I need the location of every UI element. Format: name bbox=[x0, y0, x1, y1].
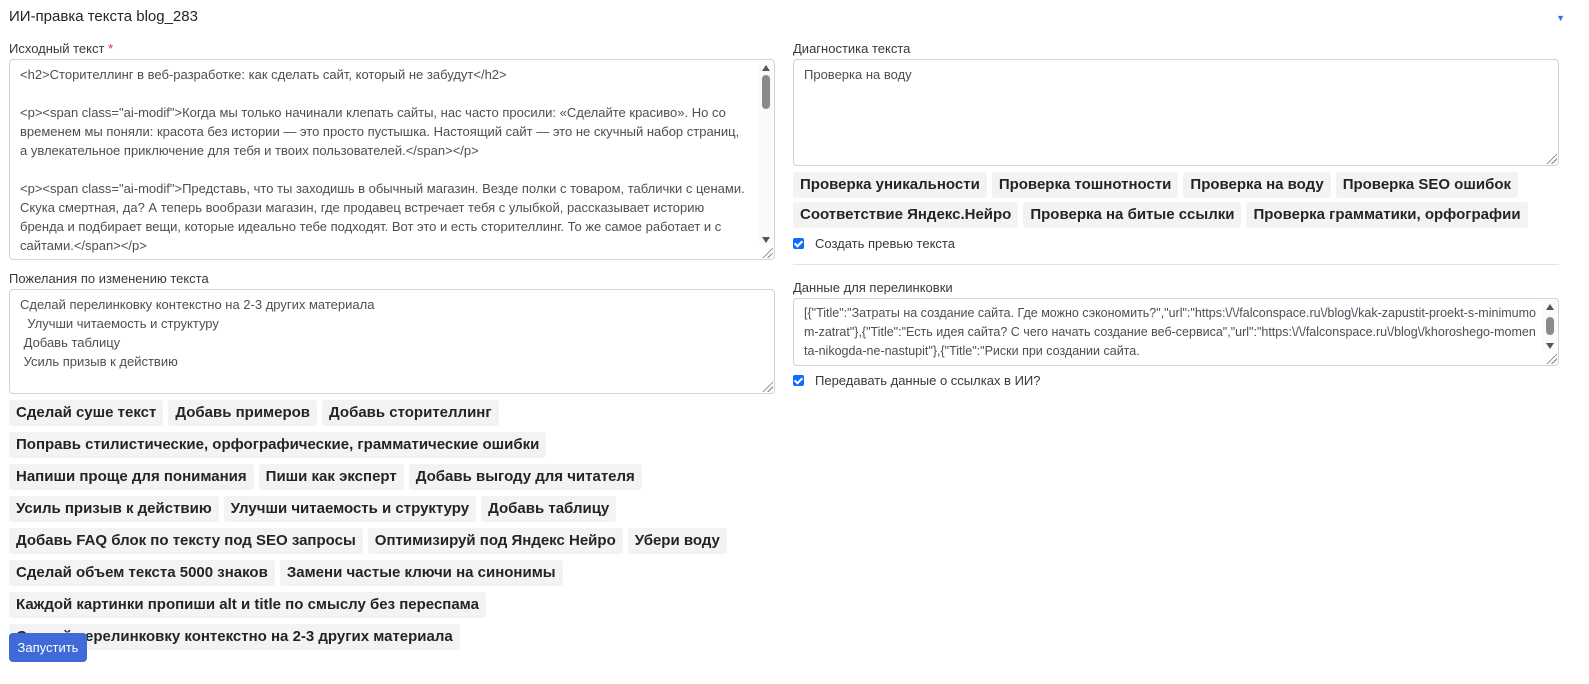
scroll-down-arrow-icon[interactable] bbox=[1546, 343, 1554, 349]
diagnostic-chip[interactable]: Проверка грамматики, орфографии bbox=[1246, 202, 1528, 228]
diagnostic-chip-list: Проверка уникальности Проверка тошнотнос… bbox=[793, 172, 1559, 232]
wish-chip-list: Сделай суше текст Добавь примеров Добавь… bbox=[9, 400, 775, 656]
wish-chip[interactable]: Добавь примеров bbox=[168, 400, 318, 426]
diagnostics-content[interactable]: Проверка на воду bbox=[794, 60, 1558, 89]
source-text-field[interactable]: <h2>Сторителлинг в веб-разработке: как с… bbox=[9, 59, 775, 260]
wish-chip[interactable]: Убери воду bbox=[627, 528, 727, 554]
page-title: ИИ-правка текста blog_283 bbox=[9, 7, 198, 25]
diagnostic-chip[interactable]: Проверка уникальности bbox=[793, 172, 987, 198]
wishes-field[interactable]: Сделай перелинковку контекстно на 2-3 др… bbox=[9, 289, 775, 394]
scroll-up-arrow-icon[interactable] bbox=[762, 65, 770, 71]
wish-chip[interactable]: Пиши как эксперт bbox=[258, 464, 404, 490]
preview-checkbox[interactable] bbox=[793, 237, 804, 249]
wish-chip[interactable]: Добавь таблицу bbox=[481, 496, 617, 522]
wish-chip[interactable]: Каждой картинки пропиши alt и title по с… bbox=[9, 592, 486, 618]
scroll-thumb[interactable] bbox=[762, 75, 770, 109]
page-header: ИИ-правка текста blog_283 ▼ bbox=[9, 4, 1569, 28]
resize-grip-icon[interactable] bbox=[761, 380, 773, 392]
diagnostic-chip[interactable]: Проверка на воду bbox=[1183, 172, 1331, 198]
source-text-label: Исходный текст * bbox=[9, 41, 114, 56]
wish-chip[interactable]: Добавь выгоду для читателя bbox=[408, 464, 642, 490]
wish-chip[interactable]: Улучши читаемость и структуру bbox=[223, 496, 477, 522]
resize-grip-icon[interactable] bbox=[1545, 152, 1557, 164]
scroll-thumb[interactable] bbox=[1546, 317, 1554, 335]
required-mark: * bbox=[108, 41, 114, 56]
preview-checkbox-row[interactable]: Создать превью текста bbox=[793, 234, 1559, 252]
wish-chip[interactable]: Добавь FAQ блок по тексту под SEO запрос… bbox=[9, 528, 363, 554]
links-checkbox-label[interactable]: Передавать данные о ссылках в ИИ? bbox=[815, 373, 1041, 388]
links-label: Данные для перелинковки bbox=[793, 280, 953, 295]
wish-chip[interactable]: Поправь стилистические, орфографические,… bbox=[9, 432, 547, 458]
chevron-down-icon[interactable]: ▼ bbox=[1556, 13, 1565, 23]
left-column: Исходный текст * <h2>Сторителлинг в веб-… bbox=[9, 40, 775, 656]
resize-grip-icon[interactable] bbox=[761, 246, 773, 258]
scroll-up-arrow-icon[interactable] bbox=[1546, 304, 1554, 310]
right-column: Диагностика текста Проверка на воду Пров… bbox=[793, 40, 1559, 389]
wish-chip[interactable]: Добавь сторителлинг bbox=[322, 400, 499, 426]
links-checkbox-row[interactable]: Передавать данные о ссылках в ИИ? bbox=[793, 371, 1559, 389]
links-checkbox[interactable] bbox=[793, 374, 804, 386]
diagnostic-chip[interactable]: Соответствие Яндекс.Нейро bbox=[793, 202, 1019, 228]
wish-chip[interactable]: Напиши проще для понимания bbox=[9, 464, 254, 490]
wishes-label: Пожелания по изменению текста bbox=[9, 271, 209, 286]
resize-grip-icon[interactable] bbox=[1545, 352, 1557, 364]
run-button[interactable]: Запустить bbox=[9, 633, 87, 662]
diagnostics-label: Диагностика текста bbox=[793, 41, 911, 56]
source-text-scrollbar[interactable] bbox=[759, 61, 773, 245]
diagnostic-chip[interactable]: Проверка SEO ошибок bbox=[1335, 172, 1519, 198]
wish-chip[interactable]: Оптимизируй под Яндекс Нейро bbox=[367, 528, 623, 554]
source-text-content[interactable]: <h2>Сторителлинг в веб-разработке: как с… bbox=[10, 60, 774, 259]
scroll-down-arrow-icon[interactable] bbox=[762, 237, 770, 243]
preview-checkbox-label[interactable]: Создать превью текста bbox=[815, 236, 955, 251]
wish-chip[interactable]: Сделай суше текст bbox=[9, 400, 164, 426]
diagnostic-chip[interactable]: Проверка тошнотности bbox=[991, 172, 1179, 198]
diagnostics-field[interactable]: Проверка на воду bbox=[793, 59, 1559, 166]
wish-chip[interactable]: Усиль призыв к действию bbox=[9, 496, 219, 522]
diagnostic-chip[interactable]: Проверка на битые ссылки bbox=[1023, 202, 1242, 228]
wish-chip[interactable]: Сделай объем текста 5000 знаков bbox=[9, 560, 275, 586]
divider bbox=[793, 264, 1559, 265]
links-scrollbar[interactable] bbox=[1543, 300, 1557, 351]
links-field[interactable]: [{"Title":"Затраты на создание сайта. Гд… bbox=[793, 298, 1559, 366]
links-content[interactable]: [{"Title":"Затраты на создание сайта. Гд… bbox=[794, 299, 1558, 365]
wishes-content[interactable]: Сделай перелинковку контекстно на 2-3 др… bbox=[10, 290, 774, 376]
wish-chip[interactable]: Замени частые ключи на синонимы bbox=[279, 560, 563, 586]
